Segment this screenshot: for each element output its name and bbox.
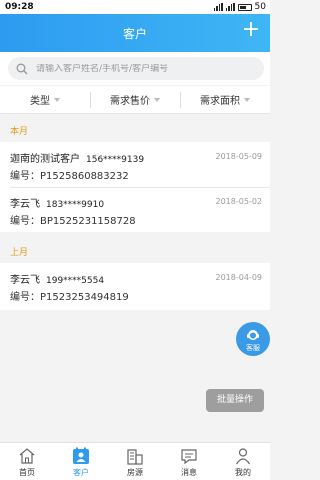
customer-phone: 183****9910	[46, 200, 105, 210]
tab-messages[interactable]: 消息	[162, 443, 216, 480]
customer-card[interactable]: 迦南的测试客户 156****9139 2018-05-09 编号：P152586…	[0, 142, 270, 187]
headset-icon	[247, 330, 259, 340]
filter-price[interactable]: 需求售价	[90, 86, 180, 113]
filter-bar: 类型 需求售价 需求面积	[0, 86, 270, 114]
customer-name-row: 李云飞 183****9910	[10, 195, 104, 210]
message-icon	[181, 449, 197, 465]
app-header: 客户 +	[0, 14, 270, 52]
search-area	[0, 52, 270, 85]
bottom-tab-bar: 首页 客户 房源 消息 我的	[0, 442, 270, 480]
plus-icon: +	[241, 17, 261, 42]
add-customer-button[interactable]: +	[240, 19, 262, 43]
caret-down-icon	[244, 97, 250, 102]
customer-code: 编号：BP1525231158728	[10, 216, 136, 227]
status-indicators: 50	[213, 2, 266, 12]
customer-icon	[73, 447, 89, 464]
status-time: 09:28	[5, 2, 34, 12]
tab-customer[interactable]: 客户	[54, 443, 108, 480]
customer-phone: 199****5554	[46, 276, 105, 286]
battery-icon	[237, 3, 252, 11]
search-box[interactable]	[8, 57, 264, 80]
filter-price-label: 需求售价	[110, 96, 150, 107]
filter-area[interactable]: 需求面积	[180, 86, 270, 113]
filter-area-label: 需求面积	[200, 96, 240, 107]
customer-date: 2018-05-02	[215, 197, 263, 206]
customer-code: 编号：P1525860883232	[10, 171, 129, 182]
filter-type-label: 类型	[30, 96, 50, 107]
customer-card[interactable]: 李云飞 183****9910 2018-05-02 编号：BP152523115…	[0, 187, 270, 232]
tab-home-label: 首页	[19, 468, 35, 477]
tab-listings-label: 房源	[127, 468, 143, 477]
battery-level: 50	[254, 2, 266, 12]
caret-down-icon	[54, 97, 60, 102]
person-icon	[235, 448, 251, 465]
tab-customer-label: 客户	[73, 468, 89, 477]
tab-profile[interactable]: 我的	[216, 443, 270, 480]
search-input[interactable]	[36, 63, 256, 74]
tab-listings[interactable]: 房源	[108, 443, 162, 480]
customer-code: 编号：P1523253494819	[10, 292, 129, 303]
customer-date: 2018-05-09	[215, 152, 263, 161]
filter-type[interactable]: 类型	[0, 86, 90, 113]
customer-name: 李云飞	[10, 199, 40, 210]
customer-service-label: 客服	[246, 344, 260, 352]
caret-down-icon	[154, 97, 160, 102]
page-title: 客户	[122, 27, 147, 41]
signal-icon	[213, 3, 223, 11]
customer-name-row: 李云飞 199****5554	[10, 271, 104, 286]
customer-name: 迦南的测试客户	[10, 154, 80, 165]
search-icon	[16, 63, 28, 74]
customer-name: 李云飞	[10, 275, 40, 286]
customer-date: 2018-04-09	[215, 273, 263, 282]
building-icon	[127, 449, 143, 465]
section-label-last-month: 上月	[10, 248, 29, 258]
tab-messages-label: 消息	[181, 468, 197, 477]
customer-card[interactable]: 李云飞 199****5554 2018-04-09 编号：P1523253494…	[0, 263, 270, 310]
customer-phone: 156****9139	[86, 155, 145, 165]
customer-name-row: 迦南的测试客户 156****9139	[10, 150, 144, 165]
batch-operation-button[interactable]: 批量操作	[206, 389, 264, 412]
tab-home[interactable]: 首页	[0, 443, 54, 480]
section-label-this-month: 本月	[10, 127, 29, 137]
status-bar: 09:28 50	[0, 0, 270, 14]
home-icon	[19, 448, 35, 464]
tab-profile-label: 我的	[235, 468, 251, 477]
customer-service-button[interactable]: 客服	[236, 322, 270, 356]
signal-icon-2	[225, 3, 235, 11]
divider	[10, 187, 270, 188]
